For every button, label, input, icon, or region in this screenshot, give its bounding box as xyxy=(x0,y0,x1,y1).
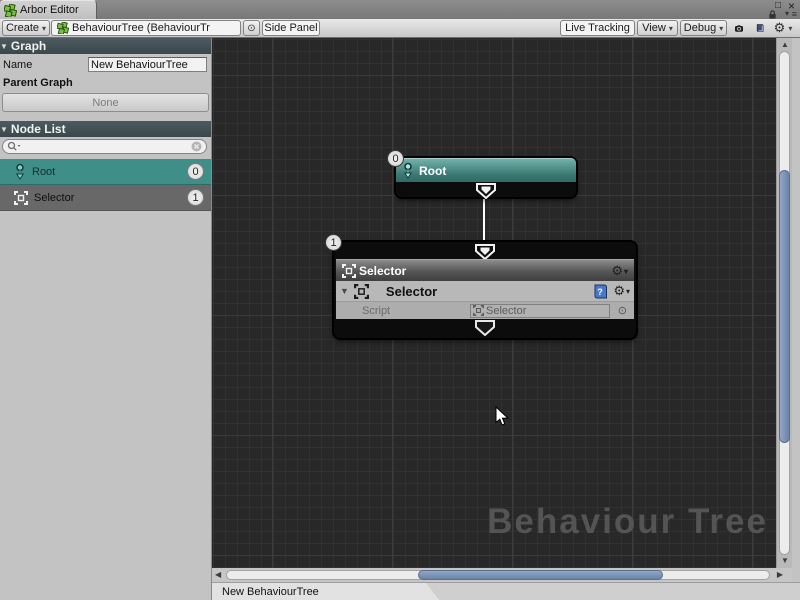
output-port-outline-icon[interactable] xyxy=(474,320,496,336)
object-picker-icon: ⊙ xyxy=(247,23,255,34)
select-graph-asset-button[interactable]: ⊙ xyxy=(243,20,260,36)
node-list-item-root[interactable]: Root 0 xyxy=(0,159,211,185)
script-value: Selector xyxy=(486,305,526,317)
book-icon xyxy=(756,21,764,35)
foldout-arrow-icon[interactable]: ▼ xyxy=(340,286,349,296)
dropdown-arrow-icon: ▾ xyxy=(788,24,792,33)
object-picker-icon[interactable]: ⊙ xyxy=(618,304,627,317)
search-input[interactable] xyxy=(21,140,191,154)
name-label: Name xyxy=(3,59,32,71)
node-id-badge: 1 xyxy=(187,189,204,206)
root-node-header[interactable]: Root xyxy=(396,158,576,182)
node-list-search[interactable] xyxy=(2,139,207,154)
live-tracking-toggle[interactable]: Live Tracking xyxy=(560,20,635,36)
graph-tab-label: BehaviourTree (BehaviourTr xyxy=(72,22,210,34)
lock-icon[interactable] xyxy=(768,10,777,19)
view-button[interactable]: View ▾ xyxy=(637,20,678,36)
node-badge: 0 xyxy=(387,150,404,167)
horizontal-scrollbar[interactable]: ◀ ▶ xyxy=(212,568,792,582)
search-clear-icon[interactable] xyxy=(191,141,202,152)
dropdown-arrow-icon: ▾ xyxy=(624,267,628,276)
title-bar: Arbor Editor □ × ▾ ≡ xyxy=(0,0,800,19)
gear-icon[interactable]: ⚙ xyxy=(611,263,623,279)
root-node-icon xyxy=(402,162,414,179)
toolbar: Create ▾ BehaviourTree (BehaviourTr ⊙ Si… xyxy=(0,19,800,38)
dropdown-arrow-icon: ▾ xyxy=(42,24,46,33)
selector-node-icon xyxy=(342,264,356,278)
root-node[interactable]: 0 Root xyxy=(396,158,576,197)
graph-canvas[interactable]: Behaviour Tree 0 Root xyxy=(212,38,776,568)
root-node-icon xyxy=(14,163,26,180)
capture-button[interactable] xyxy=(730,20,748,36)
scroll-right-icon[interactable]: ▶ xyxy=(777,571,783,579)
manual-button[interactable] xyxy=(751,20,769,36)
behaviour-title: Selector xyxy=(386,284,437,299)
node-list-section-header[interactable]: ▼ Node List xyxy=(0,121,211,137)
breadcrumb-item[interactable]: New BehaviourTree xyxy=(212,583,440,600)
input-port-icon[interactable] xyxy=(474,244,496,260)
node-list-item-label: Root xyxy=(32,166,55,178)
create-button[interactable]: Create ▾ xyxy=(2,20,50,36)
selector-node-icon xyxy=(14,191,28,205)
mouse-cursor xyxy=(495,406,511,428)
graph-name-input[interactable] xyxy=(88,57,207,72)
output-port-icon[interactable] xyxy=(475,183,497,199)
node-badge: 1 xyxy=(325,234,342,251)
camera-icon xyxy=(735,22,743,35)
node-list-item-selector[interactable]: Selector 1 xyxy=(0,185,211,211)
graph-type-watermark: Behaviour Tree xyxy=(487,502,768,542)
arbor-logo-icon xyxy=(4,4,17,17)
script-label: Script xyxy=(362,305,390,317)
vertical-scrollbar[interactable]: ▲ ▼ xyxy=(776,38,792,568)
script-field[interactable]: Selector xyxy=(470,304,610,318)
dropdown-arrow-icon: ▾ xyxy=(669,24,673,33)
context-menu-icon[interactable]: ≡ xyxy=(792,9,797,19)
root-node-title: Root xyxy=(419,164,446,178)
gear-icon[interactable]: ⚙ xyxy=(613,283,625,299)
window-title: Arbor Editor xyxy=(20,4,79,16)
selector-node[interactable]: 1 Selector ⚙ ▾ ▼ xyxy=(334,242,636,338)
search-icon xyxy=(7,141,21,152)
foldout-arrow-icon: ▼ xyxy=(0,125,8,134)
side-panel: ▼ Graph Name Parent Graph None ▼ Node Li… xyxy=(0,38,212,600)
dropdown-arrow-icon: ▾ xyxy=(626,287,630,296)
selector-node-header[interactable]: Selector ⚙ ▾ xyxy=(336,259,634,281)
dropdown-arrow-icon: ▾ xyxy=(719,24,723,33)
window-tab-arbor-editor[interactable]: Arbor Editor xyxy=(0,0,97,19)
vertical-scroll-thumb[interactable] xyxy=(779,170,790,443)
help-book-icon[interactable]: ? xyxy=(593,284,608,299)
script-row: Script Selector ⊙ xyxy=(336,301,634,319)
gear-icon: ⚙ xyxy=(774,20,786,36)
scroll-left-icon[interactable]: ◀ xyxy=(215,571,221,579)
node-list-item-label: Selector xyxy=(34,192,74,204)
scroll-up-icon[interactable]: ▲ xyxy=(781,41,789,49)
selector-node-title: Selector xyxy=(359,264,406,278)
settings-button[interactable]: ⚙ ▾ xyxy=(771,20,795,36)
graph-tab-toggle[interactable]: BehaviourTree (BehaviourTr xyxy=(51,20,241,36)
parent-graph-field[interactable]: None xyxy=(2,93,209,112)
selector-script-icon xyxy=(473,305,484,316)
parent-graph-label: Parent Graph xyxy=(3,77,73,89)
scroll-down-icon[interactable]: ▼ xyxy=(781,557,789,565)
node-id-badge: 0 xyxy=(187,163,204,180)
arbor-graph-icon xyxy=(57,22,69,34)
arbor-editor-window: Arbor Editor □ × ▾ ≡ Create ▾ Behavi xyxy=(0,0,800,600)
root-node-body xyxy=(396,182,576,197)
side-panel-toggle[interactable]: Side Panel xyxy=(262,20,320,36)
right-edge-strip xyxy=(792,38,800,568)
breadcrumb-bar: New BehaviourTree xyxy=(212,582,800,600)
graph-section-header[interactable]: ▼ Graph xyxy=(0,38,211,54)
behaviour-header-row[interactable]: ▼ Selector ? ⚙ ▾ xyxy=(336,281,634,301)
svg-text:?: ? xyxy=(598,287,604,297)
tab-dropdown-icon[interactable]: ▾ xyxy=(785,9,789,18)
horizontal-scroll-thumb[interactable] xyxy=(418,570,663,580)
behaviour-section: ▼ Selector ? ⚙ ▾ Script xyxy=(336,281,634,319)
selector-behaviour-icon xyxy=(354,284,369,299)
debug-button[interactable]: Debug ▾ xyxy=(680,20,727,36)
foldout-arrow-icon: ▼ xyxy=(0,42,8,51)
